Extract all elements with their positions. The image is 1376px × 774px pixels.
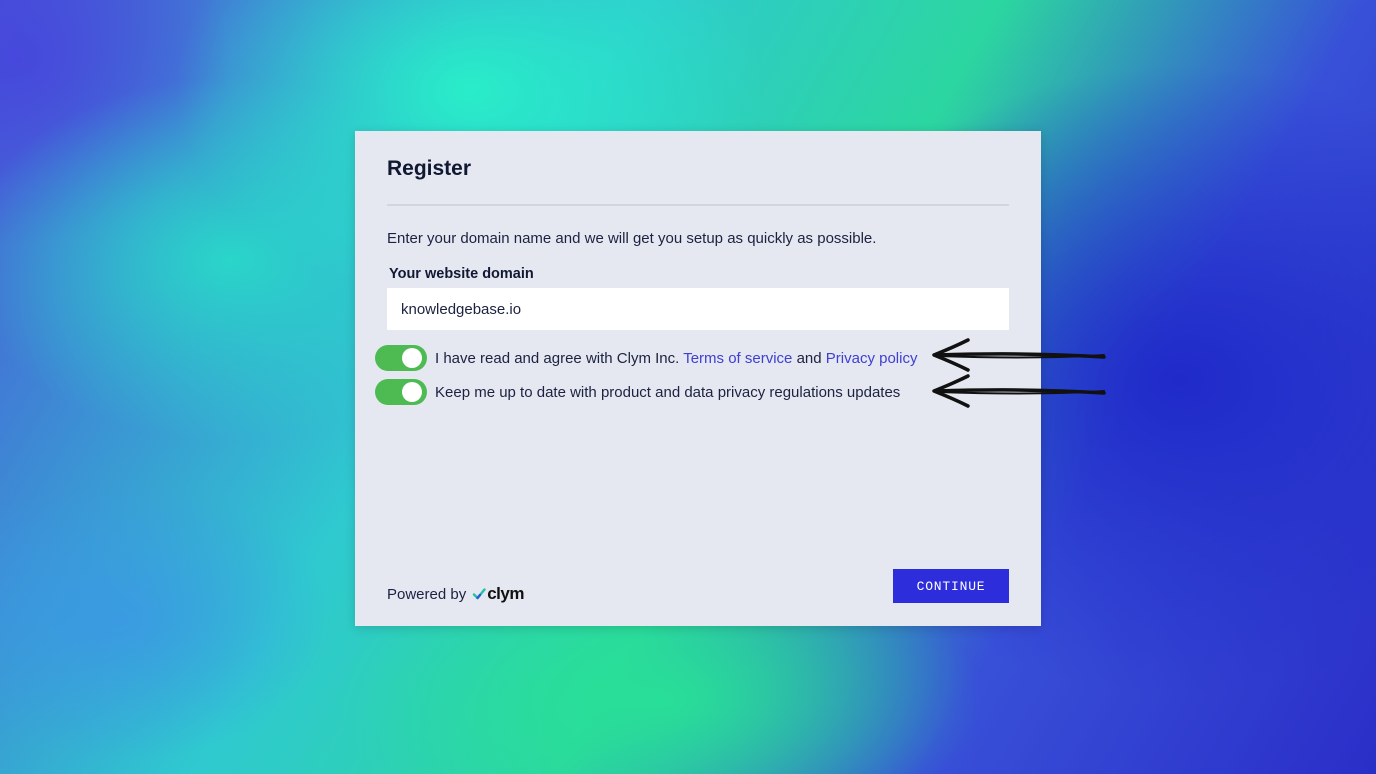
logo-text: clym xyxy=(487,584,524,603)
terms-and: and xyxy=(796,349,822,367)
powered-by-text: Powered by xyxy=(387,585,467,603)
terms-toggle-row: I have read and agree with Clym Inc. Ter… xyxy=(375,345,917,371)
dialog-title: Register xyxy=(387,157,472,180)
toggle-knob xyxy=(402,382,422,402)
updates-text: Keep me up to date with product and data… xyxy=(435,383,901,401)
continue-button[interactable]: CONTINUE xyxy=(893,569,1009,603)
checkmark-icon xyxy=(473,588,486,600)
arrow-left-icon xyxy=(932,374,1106,408)
clym-logo: clym xyxy=(472,584,524,604)
intro-text: Enter your domain name and we will get y… xyxy=(387,230,877,247)
terms-toggle[interactable] xyxy=(375,345,427,371)
privacy-policy-link[interactable]: Privacy policy xyxy=(826,350,918,367)
domain-label: Your website domain xyxy=(389,266,534,282)
terms-of-service-link[interactable]: Terms of service xyxy=(683,350,792,367)
toggle-knob xyxy=(402,348,422,368)
updates-toggle[interactable] xyxy=(375,379,427,405)
terms-text-before: I have read and agree with Clym Inc. xyxy=(435,349,680,367)
terms-text: I have read and agree with Clym Inc. Ter… xyxy=(435,350,917,367)
divider xyxy=(387,204,1009,206)
powered-by: Powered by clym xyxy=(387,584,524,604)
updates-toggle-row: Keep me up to date with product and data… xyxy=(375,379,900,405)
arrow-left-icon xyxy=(932,338,1106,372)
domain-input[interactable] xyxy=(387,288,1009,330)
